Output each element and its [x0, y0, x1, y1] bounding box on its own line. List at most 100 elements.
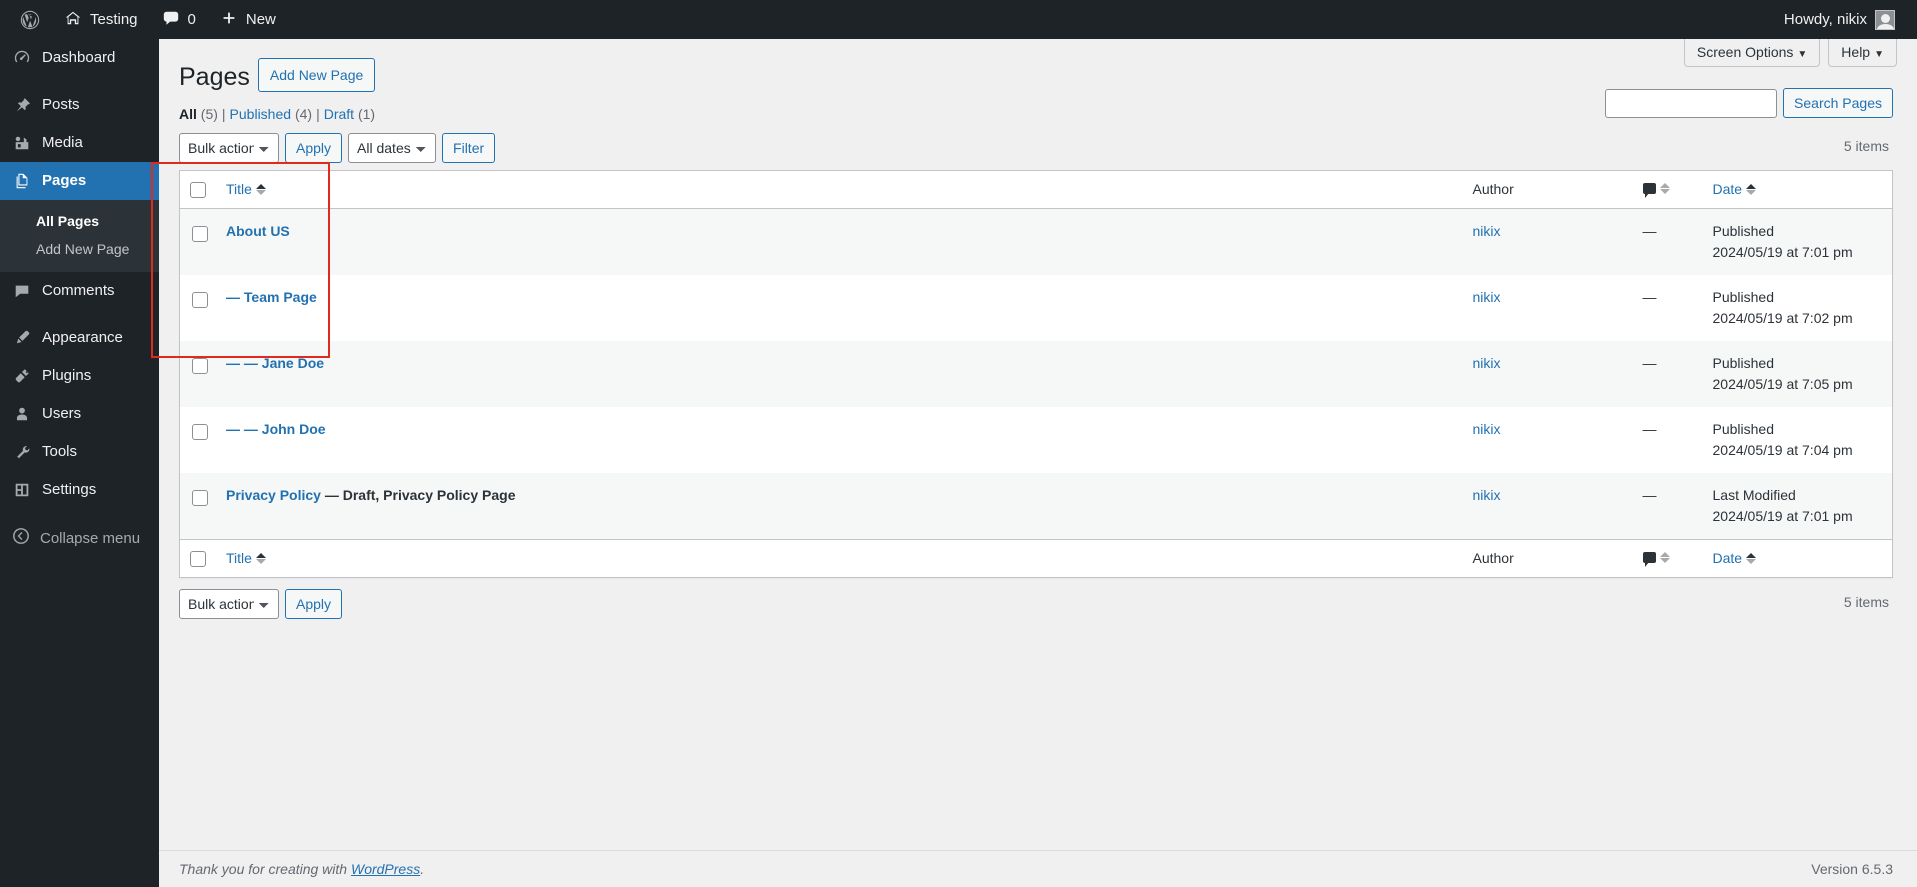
settings-gear-icon [12, 480, 32, 500]
apply-button-top[interactable]: Apply [285, 132, 343, 163]
help-button[interactable]: Help ▼ [1828, 39, 1897, 67]
comments-menu[interactable]: 0 [150, 0, 208, 39]
my-account-menu[interactable]: Howdy, nikix [1772, 0, 1907, 39]
row-author-cell: nikix [1463, 407, 1633, 473]
row-checkbox-cell [180, 341, 217, 407]
sidebar-item-label: Pages [42, 172, 87, 190]
search-pages-button[interactable]: Search Pages [1783, 88, 1893, 118]
date-filter-select[interactable]: All dates [348, 132, 437, 163]
sidebar-item-tools[interactable]: Tools [0, 433, 159, 471]
sidebar-separator [0, 77, 159, 86]
date-value: 2024/05/19 at 7:01 pm [1712, 507, 1853, 524]
sort-by-title-top[interactable]: Title [226, 181, 266, 197]
collapse-menu-label: Collapse menu [40, 529, 141, 547]
sidebar-item-label: Appearance [42, 329, 123, 347]
view-all-link[interactable]: All [179, 106, 197, 122]
tools-wrench-icon [12, 442, 32, 462]
plugins-plug-icon [12, 366, 32, 386]
comment-bubble-icon [1642, 552, 1656, 568]
filter-button[interactable]: Filter [442, 132, 496, 163]
page-title-link[interactable]: — Team Page [226, 289, 317, 305]
view-draft-link[interactable]: Draft [324, 106, 354, 122]
table-row: About US nikix — Published 2024/05/19 at… [179, 208, 1893, 275]
bulk-actions-select-top[interactable]: Bulk actions [179, 132, 279, 163]
screen-meta-links: Screen Options ▼ Help ▼ [1676, 39, 1897, 67]
screen-options-button[interactable]: Screen Options ▼ [1683, 39, 1821, 67]
bulk-actions-select-bottom[interactable]: Bulk actions [179, 589, 279, 620]
sidebar-item-pages[interactable]: Pages [0, 162, 167, 200]
sidebar-item-comments[interactable]: Comments [0, 272, 159, 310]
view-all: All (5) | [179, 106, 230, 122]
title-prefix: — [226, 288, 244, 305]
sort-indicator-icon [1659, 552, 1670, 564]
footer-thanks-suffix: . [420, 861, 425, 877]
new-content-menu[interactable]: New [208, 0, 288, 39]
sidebar-item-all-pages[interactable]: All Pages [0, 207, 159, 235]
select-all-checkbox-bottom[interactable] [190, 551, 206, 568]
sidebar-item-dashboard[interactable]: Dashboard [0, 39, 159, 77]
sidebar-item-settings[interactable]: Settings [0, 471, 159, 509]
admin-bar: Testing 0 New Howdy, nikix [0, 0, 1917, 39]
sidebar-item-users[interactable]: Users [0, 395, 159, 433]
sort-by-date-bottom[interactable]: Date [1713, 550, 1757, 566]
sort-by-title-bottom[interactable]: Title [226, 550, 266, 566]
date-status: Last Modified [1712, 486, 1796, 503]
row-checkbox[interactable] [192, 358, 208, 375]
row-comments-cell: — [1642, 222, 1657, 239]
table-row: — — Jane Doe nikix — Published 2024/05/1… [179, 340, 1893, 407]
views-separator: | [316, 105, 320, 122]
row-checkbox[interactable] [192, 226, 208, 243]
page-title-link[interactable]: Privacy Policy [226, 487, 321, 503]
row-comments-cell: — [1642, 486, 1657, 503]
apply-button-bottom[interactable]: Apply [285, 589, 343, 620]
wordpress-link[interactable]: WordPress [351, 861, 420, 877]
table-row: Privacy Policy — Draft, Privacy Policy P… [179, 472, 1893, 540]
appearance-brush-icon [12, 328, 32, 348]
sidebar-item-media[interactable]: Media [0, 124, 159, 162]
date-status: Published [1712, 222, 1775, 239]
select-all-checkbox-top[interactable] [190, 181, 206, 198]
author-link[interactable]: nikix [1473, 421, 1501, 437]
sidebar-item-add-new-page[interactable]: Add New Page [0, 235, 159, 263]
view-draft-count: (1) [357, 105, 376, 122]
sidebar-item-label: Dashboard [42, 49, 116, 67]
title-text: Privacy Policy [226, 486, 321, 503]
caret-down-icon: ▼ [1797, 49, 1808, 60]
author-link[interactable]: nikix [1473, 487, 1501, 503]
users-icon [12, 404, 32, 424]
add-new-page-button[interactable]: Add New Page [257, 58, 376, 92]
author-link[interactable]: nikix [1473, 223, 1501, 239]
sidebar-item-plugins[interactable]: Plugins [0, 357, 159, 395]
row-checkbox[interactable] [192, 490, 208, 507]
sidebar-item-appearance[interactable]: Appearance [0, 319, 159, 357]
row-checkbox[interactable] [192, 292, 208, 309]
page-title-link[interactable]: — — John Doe [226, 421, 326, 437]
plus-icon [220, 9, 238, 31]
pages-list-table: Title Author Date About US nikix — Publi… [179, 169, 1893, 579]
sidebar-item-posts[interactable]: Posts [0, 86, 159, 124]
view-published-link[interactable]: Published [230, 106, 292, 122]
sort-by-comments-top[interactable] [1642, 183, 1670, 199]
wordpress-logo-button[interactable] [8, 0, 52, 39]
collapse-menu-button[interactable]: Collapse menu [0, 517, 159, 559]
view-published: Published (4) | [230, 106, 324, 122]
views-separator: | [221, 105, 226, 122]
column-footer-author: Author [1462, 538, 1633, 578]
footer-thanks: Thank you for creating with WordPress. [179, 861, 424, 877]
column-header-comments [1632, 170, 1703, 209]
date-status: Published [1712, 420, 1775, 437]
sort-by-date-top[interactable]: Date [1713, 181, 1757, 197]
column-label-date: Date [1712, 550, 1743, 567]
page-title-link[interactable]: — — Jane Doe [226, 355, 324, 371]
search-input[interactable] [1605, 88, 1778, 118]
column-label-author: Author [1472, 550, 1514, 567]
site-name-menu[interactable]: Testing [52, 0, 150, 39]
sort-by-comments-bottom[interactable] [1642, 552, 1670, 568]
row-checkbox[interactable] [192, 424, 208, 441]
author-link[interactable]: nikix [1473, 355, 1501, 371]
page-title-link[interactable]: About US [226, 223, 290, 239]
author-link[interactable]: nikix [1473, 289, 1501, 305]
screen-options-label: Screen Options [1696, 44, 1794, 60]
row-checkbox-cell [180, 407, 217, 473]
column-header-title: Title [216, 170, 1463, 209]
